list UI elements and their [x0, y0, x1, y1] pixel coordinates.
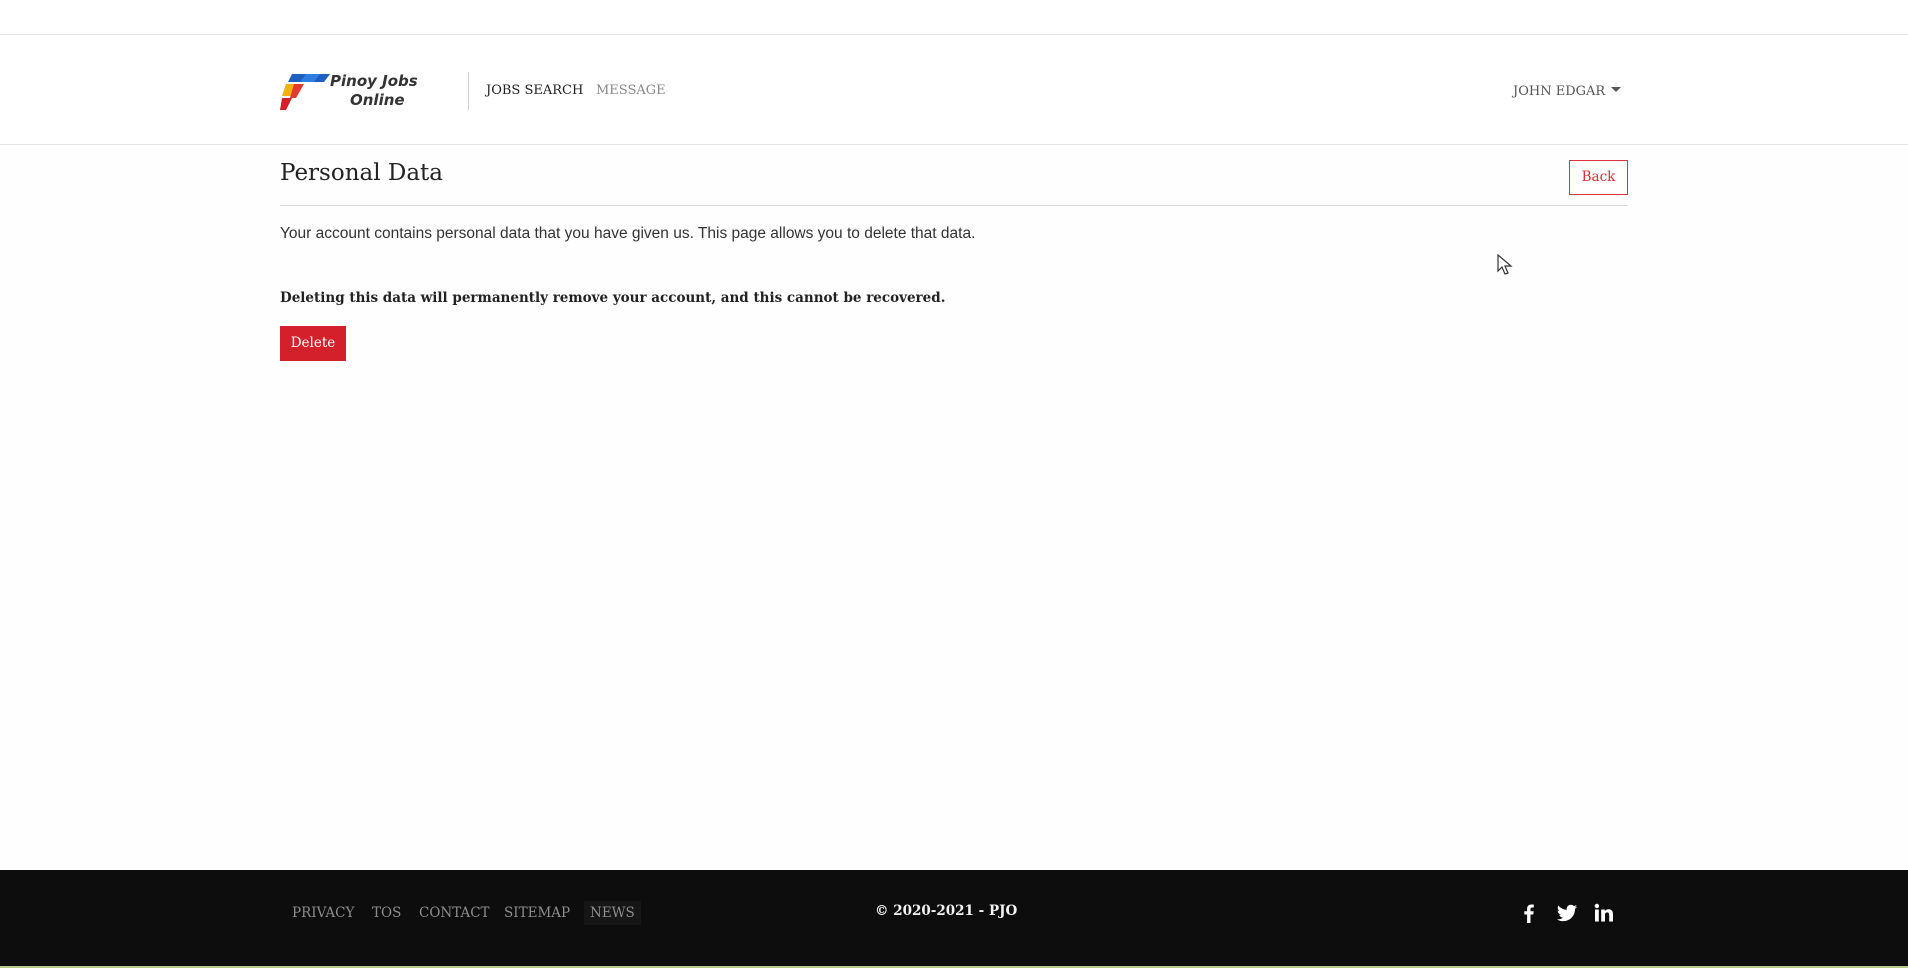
nav-divider [468, 72, 469, 110]
linkedin-icon[interactable] [1593, 902, 1615, 924]
mouse-cursor-icon [1497, 254, 1513, 275]
caret-down-icon [1611, 87, 1622, 92]
title-divider [280, 205, 1628, 206]
copyright-text: © 2020-2021 - PJO [875, 903, 1018, 919]
delete-button[interactable]: Delete [280, 326, 346, 361]
warning-text: Deleting this data will permanently remo… [280, 290, 946, 306]
intro-text: Your account contains personal data that… [280, 225, 976, 242]
twitter-icon[interactable] [1556, 902, 1578, 924]
user-menu-dropdown[interactable]: JOHN EDGAR [1513, 84, 1622, 99]
back-button[interactable]: Back [1569, 160, 1628, 195]
page-title: Personal Data [280, 160, 443, 186]
site-logo[interactable]: Pinoy Jobs Online [280, 72, 430, 116]
footer-link-sitemap[interactable]: SITEMAP [504, 905, 570, 921]
footer-link-news[interactable]: NEWS [584, 901, 641, 925]
logo-mark-icon [280, 74, 330, 110]
footer [0, 870, 1908, 968]
footer-link-privacy[interactable]: PRIVACY [292, 905, 354, 921]
facebook-icon[interactable] [1518, 902, 1540, 924]
nav-jobs-search[interactable]: JOBS SEARCH [486, 83, 583, 98]
nav-message[interactable]: MESSAGE [596, 83, 666, 98]
footer-link-contact[interactable]: CONTACT [419, 905, 490, 921]
logo-text: Pinoy Jobs Online [330, 72, 418, 109]
footer-link-tos[interactable]: TOS [372, 905, 401, 921]
user-name: JOHN EDGAR [1513, 84, 1606, 99]
top-strip [0, 0, 1908, 35]
